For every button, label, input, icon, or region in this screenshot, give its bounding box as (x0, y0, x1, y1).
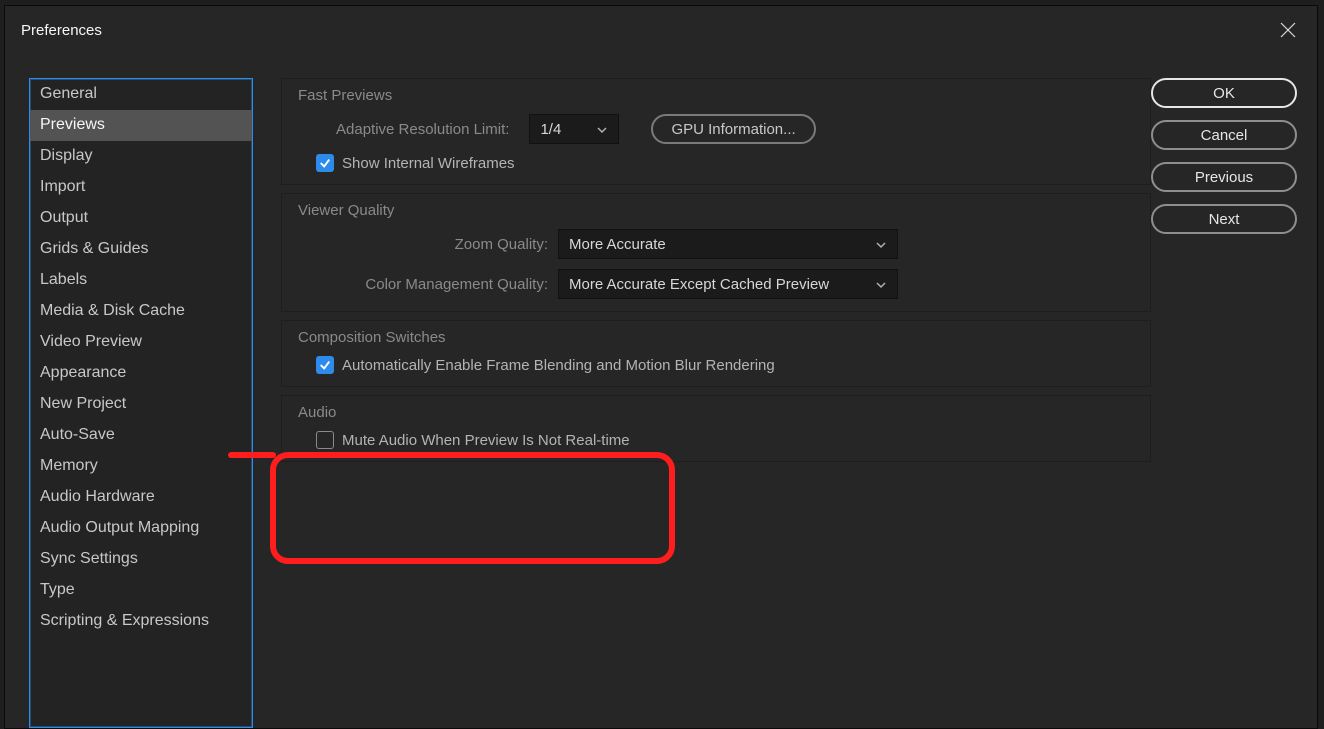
sidebar-item-video-preview[interactable]: Video Preview (30, 327, 252, 358)
group-title: Audio (298, 404, 1134, 421)
sidebar-item-general[interactable]: General (30, 79, 252, 110)
button-label: Previous (1195, 169, 1253, 186)
chevron-down-icon (596, 123, 608, 135)
ok-button[interactable]: OK (1151, 78, 1297, 108)
sidebar-item-label: General (40, 85, 97, 102)
mute-audio-realtime-checkbox[interactable] (316, 431, 334, 449)
adaptive-resolution-label: Adaptive Resolution Limit: (336, 121, 519, 138)
cancel-button[interactable]: Cancel (1151, 120, 1297, 150)
adaptive-resolution-select[interactable]: 1/4 (529, 114, 619, 144)
button-label: Next (1209, 211, 1240, 228)
select-value: 1/4 (540, 121, 561, 138)
sidebar-item-label: Labels (40, 271, 87, 288)
button-label: GPU Information... (671, 121, 795, 138)
sidebar-item-label: Audio Hardware (40, 488, 155, 505)
sidebar-item-label: Sync Settings (40, 550, 138, 567)
sidebar-item-labels[interactable]: Labels (30, 265, 252, 296)
mute-audio-realtime-label: Mute Audio When Preview Is Not Real-time (342, 432, 630, 449)
group-title: Composition Switches (298, 329, 1134, 346)
sidebar-item-appearance[interactable]: Appearance (30, 358, 252, 389)
group-composition-switches: Composition Switches Automatically Enabl… (281, 320, 1151, 387)
chevron-down-icon (875, 238, 887, 250)
dialog-body: General Previews Display Import Output G… (5, 54, 1317, 728)
sidebar-item-label: Auto-Save (40, 426, 115, 443)
sidebar-item-new-project[interactable]: New Project (30, 389, 252, 420)
sidebar-item-label: Type (40, 581, 75, 598)
sidebar-item-scripting-expressions[interactable]: Scripting & Expressions (30, 606, 252, 637)
sidebar-item-media-disk-cache[interactable]: Media & Disk Cache (30, 296, 252, 327)
sidebar-item-type[interactable]: Type (30, 575, 252, 606)
sidebar-item-previews[interactable]: Previews (30, 110, 252, 141)
close-icon (1278, 20, 1298, 40)
group-title: Viewer Quality (298, 202, 1134, 219)
previous-button[interactable]: Previous (1151, 162, 1297, 192)
show-internal-wireframes-checkbox[interactable] (316, 154, 334, 172)
category-sidebar: General Previews Display Import Output G… (29, 78, 253, 728)
gpu-information-button[interactable]: GPU Information... (651, 114, 815, 144)
sidebar-item-label: New Project (40, 395, 126, 412)
sidebar-item-label: Video Preview (40, 333, 142, 350)
select-value: More Accurate (569, 236, 666, 253)
select-value: More Accurate Except Cached Preview (569, 276, 829, 293)
auto-frame-blending-checkbox[interactable] (316, 356, 334, 374)
group-audio: Audio Mute Audio When Preview Is Not Rea… (281, 395, 1151, 462)
group-title: Fast Previews (298, 87, 1134, 104)
auto-frame-blending-label: Automatically Enable Frame Blending and … (342, 357, 775, 374)
sidebar-item-label: Audio Output Mapping (40, 519, 199, 536)
sidebar-item-output[interactable]: Output (30, 203, 252, 234)
group-fast-previews: Fast Previews Adaptive Resolution Limit:… (281, 78, 1151, 185)
sidebar-item-label: Display (40, 147, 92, 164)
zoom-quality-label: Zoom Quality: (298, 236, 558, 253)
check-icon (319, 157, 331, 169)
sidebar-item-auto-save[interactable]: Auto-Save (30, 420, 252, 451)
group-viewer-quality: Viewer Quality Zoom Quality: More Accura… (281, 193, 1151, 312)
sidebar-item-label: Memory (40, 457, 98, 474)
titlebar: Preferences (5, 6, 1317, 54)
close-button[interactable] (1277, 19, 1299, 41)
dialog-button-column: OK Cancel Previous Next (1151, 78, 1297, 728)
button-label: Cancel (1201, 127, 1248, 144)
sidebar-item-label: Previews (40, 116, 105, 133)
color-management-quality-label: Color Management Quality: (298, 276, 558, 293)
sidebar-item-label: Import (40, 178, 85, 195)
sidebar-item-display[interactable]: Display (30, 141, 252, 172)
sidebar-item-label: Grids & Guides (40, 240, 148, 257)
button-label: OK (1213, 85, 1235, 102)
next-button[interactable]: Next (1151, 204, 1297, 234)
sidebar-item-label: Media & Disk Cache (40, 302, 185, 319)
preferences-dialog: Preferences General Previews Display Imp… (4, 5, 1318, 729)
content-panel: Fast Previews Adaptive Resolution Limit:… (253, 78, 1151, 728)
sidebar-item-audio-output-mapping[interactable]: Audio Output Mapping (30, 513, 252, 544)
sidebar-item-grids-guides[interactable]: Grids & Guides (30, 234, 252, 265)
window-title: Preferences (21, 22, 102, 39)
sidebar-item-import[interactable]: Import (30, 172, 252, 203)
chevron-down-icon (875, 278, 887, 290)
show-internal-wireframes-label: Show Internal Wireframes (342, 155, 515, 172)
sidebar-item-sync-settings[interactable]: Sync Settings (30, 544, 252, 575)
check-icon (319, 359, 331, 371)
sidebar-item-memory[interactable]: Memory (30, 451, 252, 482)
sidebar-item-label: Appearance (40, 364, 126, 381)
sidebar-item-audio-hardware[interactable]: Audio Hardware (30, 482, 252, 513)
sidebar-item-label: Output (40, 209, 88, 226)
sidebar-item-label: Scripting & Expressions (40, 612, 209, 629)
color-management-quality-select[interactable]: More Accurate Except Cached Preview (558, 269, 898, 299)
zoom-quality-select[interactable]: More Accurate (558, 229, 898, 259)
